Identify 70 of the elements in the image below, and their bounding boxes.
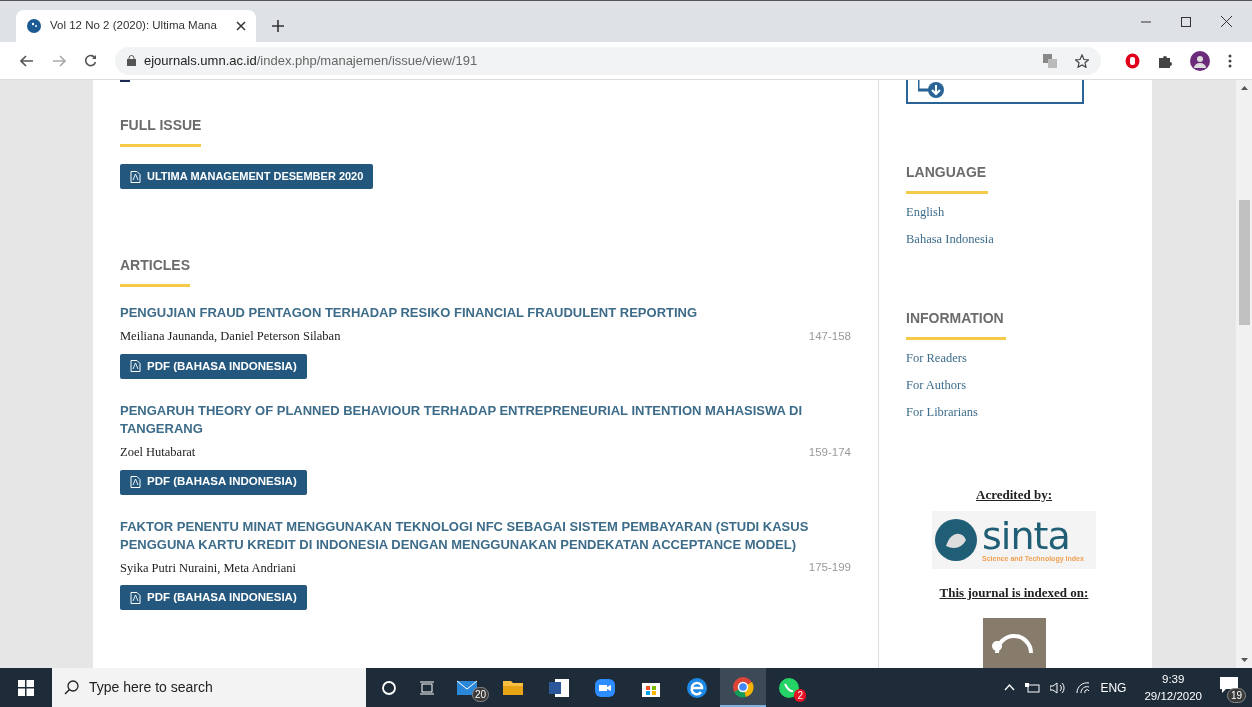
wifi-icon[interactable] [1076, 681, 1091, 694]
pdf-icon [130, 476, 141, 488]
sidebar-link[interactable]: English [906, 203, 945, 222]
scroll-up-icon[interactable] [1240, 86, 1248, 90]
tab-title: Vol 12 No 2 (2020): Ultima Mana [50, 18, 217, 34]
sidebar-heading: LANGUAGE [906, 162, 989, 194]
lock-icon [127, 55, 136, 66]
sidebar-link[interactable]: For Readers [906, 349, 967, 368]
indexing-heading: This journal is indexed on: [939, 583, 1089, 602]
task-view-icon[interactable] [420, 680, 434, 695]
puzzle-icon[interactable] [1158, 53, 1172, 68]
pdf-button[interactable]: PDF (BAHASA INDONESIA) [120, 469, 307, 495]
globe-icon [26, 18, 42, 34]
count-badge: 2 [794, 689, 806, 702]
notification-badge: 19 [1226, 687, 1246, 703]
taskbar-app[interactable]: 20 [444, 668, 490, 707]
scrollbar-thumb[interactable] [1238, 200, 1250, 325]
browser-icon [731, 674, 755, 699]
search-icon [64, 680, 79, 695]
article-authors: Zoel Hutabarat [120, 443, 196, 461]
translate-icon[interactable] [1043, 53, 1057, 68]
minimize-icon[interactable] [1141, 20, 1151, 23]
article-authors: Syika Putri Nuraini, Meta Andriani [120, 559, 297, 577]
sidebar-link[interactable]: Bahasa Indonesia [906, 230, 994, 249]
pdf-icon [130, 360, 141, 373]
sidebar-link[interactable]: For Authors [906, 376, 967, 395]
url-text: ejournals.umn.ac.id/index.php/manajemen/issue/view/191 [144, 51, 478, 70]
circle-icon[interactable] [382, 680, 396, 695]
address-bar[interactable]: ejournals.umn.ac.id/index.php/manajemen/issue/view/191 [115, 46, 1101, 75]
taskbar-app[interactable]: 2 [766, 668, 812, 707]
download-button[interactable]: ULTIMA MANAGEMENT DESEMBER 2020 [120, 164, 374, 189]
speaker-icon[interactable] [1050, 681, 1067, 694]
article-title-link[interactable]: PENGARUH THEORY OF PLANNED BEHAVIOUR TERHADAP ENTREPRENEURIAL INTENTION MAHASISWA DI TANGERANG [120, 401, 851, 438]
pdf-button[interactable]: PDF (BAHASA INDONESIA) [120, 353, 307, 379]
page-range: 159-174 [808, 444, 851, 460]
clock[interactable]: 9:39 29/12/2020 [1136, 670, 1210, 705]
sidebar-link[interactable]: For Librarians [906, 403, 978, 422]
article-title-link[interactable]: PENGUJIAN FRAUD PENTAGON TERHADAP RESIKO FINANCIAL FRAUDULENT REPORTING [120, 304, 851, 322]
star-icon[interactable] [1075, 53, 1089, 68]
pdf-icon [130, 170, 141, 183]
menu-icon[interactable] [1228, 53, 1232, 68]
pdf-button[interactable]: PDF (BAHASA INDONESIA) [120, 585, 307, 611]
browser-tab[interactable]: Vol 12 No 2 (2020): Ultima Mana [16, 10, 256, 42]
browser-icon [685, 675, 709, 700]
search-field[interactable]: Type here to search [52, 668, 366, 707]
section-heading: FULL ISSUE [120, 115, 202, 147]
battery-icon[interactable] [1025, 682, 1041, 693]
back-icon[interactable] [20, 54, 34, 67]
page-range: 147-158 [808, 328, 851, 344]
close-icon[interactable] [1221, 16, 1232, 27]
language-indicator[interactable]: ENG [1100, 678, 1127, 697]
scroll-down-icon[interactable] [1240, 658, 1248, 662]
pdf-icon [130, 591, 141, 604]
maximize-icon[interactable] [1181, 16, 1191, 27]
page-range: 175-199 [808, 560, 851, 576]
article-authors: Meiliana Jaunanda, Daniel Peterson Silaban [120, 328, 341, 345]
section-heading: ARTICLES [120, 255, 190, 287]
avatar-icon[interactable] [1190, 50, 1210, 71]
chat-icon [777, 675, 801, 700]
count-badge: 20 [471, 687, 489, 702]
scrollbar[interactable] [1236, 80, 1252, 668]
close-icon[interactable] [236, 21, 246, 31]
windows-icon[interactable] [18, 679, 34, 696]
notification-icon[interactable] [1220, 676, 1238, 693]
accreditation-heading: Acredited by: [976, 486, 1052, 504]
chevron-up-icon[interactable] [1004, 684, 1016, 691]
sidebar-heading: INFORMATION [906, 308, 1006, 340]
reload-icon[interactable] [84, 54, 97, 67]
new-tab-icon[interactable] [272, 20, 284, 32]
article-title-link[interactable]: FAKTOR PENENTU MINAT MENGGUNAKAN TEKNOLOGI NFC SEBAGAI SISTEM PEMBAYARAN (STUDI KASUS PENGGUNA KARTU KREDIT DI INDONESIA DENGAN MENGGUNAKAN PENDEKATAN ACCEPTANCE MODEL) [120, 517, 851, 554]
